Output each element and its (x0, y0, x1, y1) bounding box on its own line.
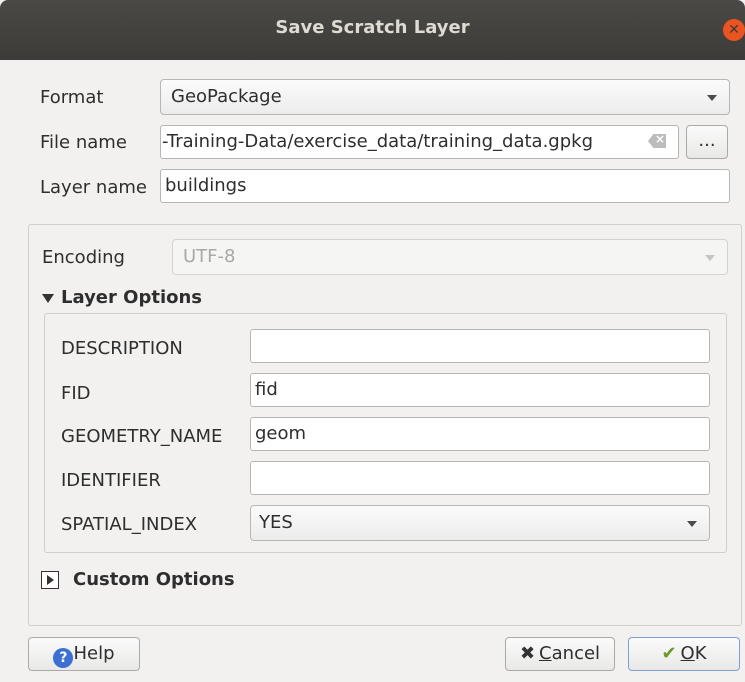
spatial-index-label: SPATIAL_INDEX (61, 514, 198, 535)
ok-button[interactable]: ✔ OK (628, 637, 740, 671)
spatial-index-value: YES (259, 512, 293, 533)
encoding-select[interactable]: UTF-8 (172, 239, 728, 275)
format-label: Format (40, 87, 104, 108)
file-name-label: File name (40, 132, 127, 153)
close-icon[interactable]: ✕ (723, 19, 745, 41)
fid-input[interactable]: fid (250, 373, 710, 407)
cancel-icon: ✖ (519, 643, 536, 664)
layer-options-header[interactable]: Layer Options (61, 287, 202, 308)
description-label: DESCRIPTION (61, 338, 183, 359)
format-select[interactable]: GeoPackage (160, 79, 730, 115)
help-button[interactable]: ? Help (28, 637, 140, 671)
custom-options-header[interactable]: Custom Options (73, 569, 235, 590)
cancel-mnemonic: C (539, 643, 552, 664)
save-scratch-layer-dialog: Save Scratch Layer ✕ Format GeoPackage F… (0, 0, 745, 682)
browse-button[interactable]: ... (686, 125, 728, 159)
file-name-value: -Training-Data/exercise_data/training_da… (162, 131, 593, 152)
ok-button-label: K (694, 643, 707, 664)
spatial-index-select[interactable]: YES (250, 505, 710, 541)
dialog-title: Save Scratch Layer (275, 17, 470, 38)
ok-mnemonic: O (680, 643, 695, 664)
geometry-name-value: geom (255, 423, 307, 444)
geometry-name-input[interactable]: geom (250, 417, 710, 451)
title-bar[interactable]: Save Scratch Layer ✕ (0, 0, 745, 60)
identifier-label: IDENTIFIER (61, 470, 161, 491)
identifier-input[interactable] (250, 461, 710, 495)
layer-name-value: buildings (165, 175, 247, 196)
geometry-name-label: GEOMETRY_NAME (61, 426, 223, 447)
format-select-value: GeoPackage (171, 86, 282, 107)
expand-arrow-icon[interactable] (41, 571, 59, 589)
fid-label: FID (61, 383, 91, 404)
collapse-triangle-icon[interactable] (42, 294, 54, 303)
cancel-button[interactable]: ✖ Cancel (505, 637, 615, 671)
help-button-label: Help (73, 643, 115, 664)
file-name-input[interactable]: -Training-Data/exercise_data/training_da… (160, 125, 679, 159)
help-icon: ? (53, 648, 74, 668)
description-input[interactable] (250, 329, 710, 363)
layer-name-input[interactable]: buildings (160, 169, 730, 203)
layer-name-label: Layer name (40, 177, 147, 198)
encoding-label: Encoding (42, 247, 125, 268)
fid-value: fid (255, 379, 278, 400)
chevron-down-icon (687, 521, 697, 527)
encoding-select-value: UTF-8 (183, 246, 236, 267)
chevron-down-icon (707, 95, 717, 101)
checkmark-icon: ✔ (661, 643, 677, 664)
chevron-down-icon (705, 255, 715, 261)
cancel-button-label: ancel (551, 643, 601, 664)
